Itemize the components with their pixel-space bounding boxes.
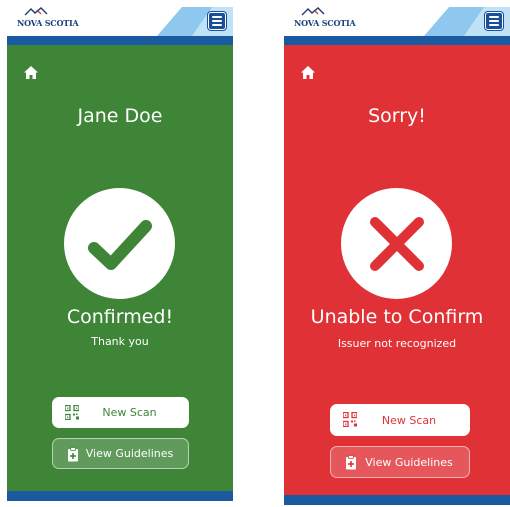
result-panel: Sorry! Unable to Confirm Issuer not reco… bbox=[284, 45, 510, 495]
header-stripe bbox=[284, 36, 510, 45]
status-circle bbox=[64, 188, 175, 299]
view-guidelines-button[interactable]: View Guidelines bbox=[330, 446, 470, 478]
hamburger-line bbox=[489, 16, 499, 18]
app-header: NOVA SCOTIA bbox=[284, 7, 510, 36]
new-scan-label: New Scan bbox=[102, 406, 157, 419]
view-guidelines-label: View Guidelines bbox=[365, 455, 453, 469]
hamburger-line bbox=[212, 24, 222, 26]
success-screen: NOVA SCOTIA Jane Doe Confirmed! Thank yo… bbox=[7, 7, 233, 501]
holder-name: Jane Doe bbox=[77, 105, 163, 127]
result-title: Sorry! bbox=[368, 105, 426, 127]
logo-emblem-icon bbox=[301, 7, 325, 16]
new-scan-button[interactable]: New Scan bbox=[52, 397, 189, 428]
hamburger-line bbox=[212, 16, 222, 18]
view-guidelines-label: View Guidelines bbox=[85, 447, 174, 460]
view-guidelines-button[interactable]: View Guidelines bbox=[52, 438, 189, 469]
home-icon[interactable] bbox=[23, 65, 39, 81]
new-scan-label: New Scan bbox=[381, 413, 437, 427]
home-icon[interactable] bbox=[300, 65, 316, 81]
hamburger-line bbox=[212, 20, 222, 22]
x-mark-icon bbox=[369, 216, 424, 271]
status-heading: Unable to Confirm bbox=[310, 306, 484, 328]
hamburger-line bbox=[489, 20, 499, 22]
nova-scotia-logo: NOVA SCOTIA bbox=[17, 18, 79, 28]
status-heading: Confirmed! bbox=[66, 306, 174, 328]
menu-button[interactable] bbox=[208, 12, 226, 30]
header-stripe bbox=[7, 36, 233, 45]
checkmark-icon bbox=[87, 219, 152, 270]
hamburger-line bbox=[489, 24, 499, 26]
status-message: Thank you bbox=[91, 335, 149, 348]
error-screen: NOVA SCOTIA Sorry! Unable to Confirm Iss… bbox=[284, 7, 510, 505]
status-message: Issuer not recognized bbox=[337, 337, 457, 350]
footer-stripe bbox=[7, 491, 233, 501]
footer-stripe bbox=[284, 495, 510, 505]
status-circle bbox=[341, 188, 452, 299]
nova-scotia-logo: NOVA SCOTIA bbox=[294, 18, 356, 28]
new-scan-button[interactable]: New Scan bbox=[330, 404, 470, 436]
app-header: NOVA SCOTIA bbox=[7, 7, 233, 36]
logo-emblem-icon bbox=[24, 7, 48, 16]
menu-button[interactable] bbox=[485, 12, 503, 30]
result-panel: Jane Doe Confirmed! Thank you New Scan V… bbox=[7, 45, 233, 491]
